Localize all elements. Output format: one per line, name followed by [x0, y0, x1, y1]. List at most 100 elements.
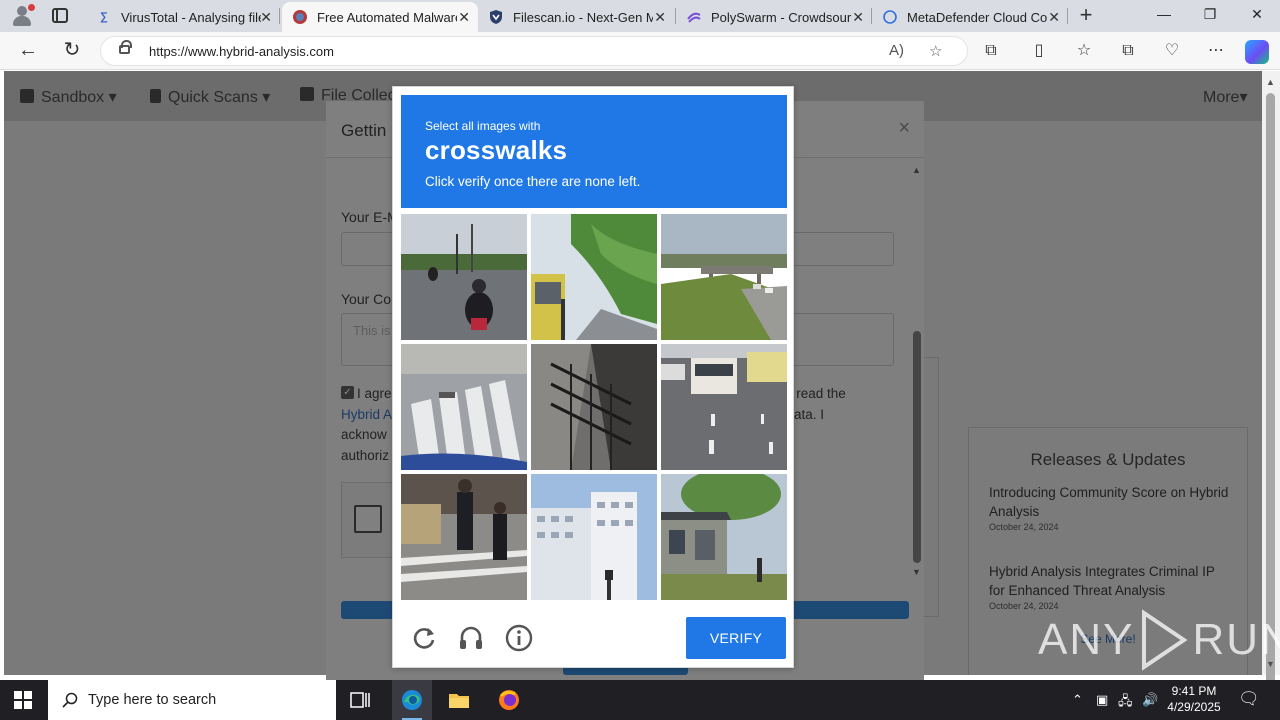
captcha-tile-stairwell-railing[interactable] [531, 344, 657, 470]
close-window-icon[interactable]: ✕ [1247, 6, 1267, 23]
nav-sandbox[interactable]: Sandbox ▾ [20, 87, 117, 107]
clock-date: 4/29/2025 [1167, 700, 1221, 714]
task-view-icon[interactable] [348, 688, 372, 712]
collections-icon[interactable]: ⧉ [1117, 40, 1139, 62]
edge-taskbar-button[interactable] [392, 680, 432, 720]
read-aloud-icon[interactable]: A) [889, 42, 904, 59]
close-button[interactable] [563, 667, 688, 675]
agree-checkbox[interactable]: ✓ [341, 386, 354, 399]
captcha-tile-motorcyclist-road[interactable] [401, 214, 527, 340]
info-icon[interactable] [504, 623, 534, 653]
captcha-tile-house-street-corner[interactable] [661, 474, 787, 600]
agree-text: I agre [357, 386, 392, 401]
captcha-tile-bus-tree-lined-street[interactable] [531, 214, 657, 340]
favorites-icon[interactable]: ☆ [1073, 40, 1095, 62]
nav-more[interactable]: More▾ [1203, 87, 1247, 107]
split-screen-icon[interactable]: ▯ [1028, 40, 1050, 62]
agree-text: ata. I [794, 407, 825, 422]
clock-time: 9:41 PM [1171, 684, 1217, 698]
virustotal-icon: ∑ [100, 11, 108, 23]
captcha-tile-highway-overpass[interactable] [661, 214, 787, 340]
favorite-star-icon[interactable]: ☆ [929, 42, 942, 60]
settings-more-icon[interactable]: ⋯ [1205, 40, 1227, 62]
watermark-right: RUN [1192, 615, 1280, 664]
captcha-image-grid [401, 214, 787, 600]
releases-heading: Releases & Updates [1030, 450, 1186, 469]
edge-icon [402, 690, 422, 710]
tab-separator [675, 8, 676, 24]
browser-essentials-icon[interactable]: ♡ [1161, 40, 1183, 62]
page-scrollbar[interactable]: ▲ ▼ [1262, 71, 1280, 685]
polyswarm-icon [686, 9, 702, 25]
restore-icon[interactable]: ❐ [1200, 6, 1220, 23]
verify-button[interactable]: VERIFY [686, 617, 786, 659]
captcha-prompt: Select all images with crosswalks Click … [401, 95, 787, 208]
captcha-tile-pedestrians-crosswalk[interactable] [401, 474, 527, 600]
tab-actions-icon[interactable] [52, 8, 68, 23]
network-device-icon[interactable]: ▣ [1096, 692, 1108, 708]
captcha-challenge: Select all images with crosswalks Click … [392, 86, 794, 668]
scroll-up-icon[interactable]: ▲ [1266, 77, 1275, 87]
close-tab-icon[interactable]: ✕ [260, 9, 272, 26]
comment-placeholder: This is [353, 323, 391, 338]
captcha-tile-white-building[interactable] [531, 474, 657, 600]
windows-start-icon[interactable] [14, 691, 32, 709]
volume-icon[interactable]: 🔊 [1142, 692, 1158, 708]
prompt-instruction: Select all images with [425, 119, 541, 133]
network-icon[interactable]: 🖧 [1118, 692, 1133, 714]
back-icon[interactable]: ← [16, 38, 40, 62]
profile-icon[interactable] [8, 4, 35, 28]
release-item[interactable]: Introducing Community Score on Hybrid An… [989, 483, 1229, 532]
tab-polyswarm[interactable]: PolySwarm - Crowdsourc ✕ [676, 2, 872, 32]
agree-text: authoriz [341, 448, 390, 463]
captcha-tile-bus-road-lanes[interactable] [661, 344, 787, 470]
close-tab-icon[interactable]: ✕ [458, 9, 470, 26]
release-item[interactable]: Hybrid Analysis Integrates Criminal IP f… [989, 562, 1229, 611]
nav-quick-scans[interactable]: Quick Scans ▾ [150, 87, 270, 107]
tab-separator [1067, 8, 1068, 24]
lock-icon[interactable] [119, 40, 132, 54]
close-tab-icon[interactable]: ✕ [1048, 9, 1060, 26]
tab-virustotal[interactable]: ∑ VirusTotal - Analysing file ✕ [86, 2, 280, 32]
file-explorer-icon[interactable] [447, 688, 471, 712]
minimize-icon[interactable]: — [1154, 6, 1174, 22]
tab-strip: ∑ VirusTotal - Analysing file ✕ Free Aut… [0, 0, 1280, 32]
agree-text: e read the [785, 386, 846, 401]
refresh-challenge-icon[interactable] [409, 623, 439, 653]
new-tab-icon[interactable]: + [1076, 4, 1096, 26]
release-title[interactable]: Hybrid Analysis Integrates Criminal IP f… [989, 562, 1229, 600]
tab-metadefender[interactable]: MetaDefender Cloud Co ✕ [872, 2, 1068, 32]
refresh-icon[interactable]: ↻ [60, 38, 84, 62]
captcha-checkbox[interactable] [354, 505, 382, 533]
taskbar: Type here to search ⌃ ▣ 🖧 🔊 9:41 PM 4/29… [0, 680, 1280, 720]
close-icon[interactable]: × [898, 117, 910, 140]
modal-scrollbar[interactable]: ▲ ▼ [910, 161, 924, 581]
close-tab-icon[interactable]: ✕ [654, 9, 666, 26]
notifications-icon[interactable]: 🗨 [1238, 689, 1260, 709]
close-tab-icon[interactable]: ✕ [852, 9, 864, 26]
cube-icon [20, 89, 34, 103]
filescan-icon [488, 9, 504, 25]
copilot-icon[interactable] [1245, 40, 1269, 64]
scrollbar-thumb[interactable] [1266, 93, 1275, 685]
scrollbar-thumb[interactable] [913, 331, 921, 563]
scroll-up-icon[interactable]: ▲ [912, 165, 921, 175]
taskbar-search[interactable]: Type here to search [48, 680, 336, 720]
metadefender-icon [882, 9, 898, 25]
url-text[interactable]: https://www.hybrid-analysis.com [149, 44, 334, 59]
audio-challenge-icon[interactable] [456, 623, 486, 653]
captcha-tile-crosswalk-closeup[interactable] [401, 344, 527, 470]
tab-filescan[interactable]: Filescan.io - Next-Gen M ✕ [478, 2, 674, 32]
tray-chevron-icon[interactable]: ⌃ [1072, 692, 1083, 708]
prompt-target: crosswalks [425, 135, 568, 165]
release-title[interactable]: Introducing Community Score on Hybrid An… [989, 483, 1229, 521]
url-bar[interactable]: https://www.hybrid-analysis.com A) ☆ [100, 36, 968, 66]
search-icon [62, 692, 78, 708]
terms-link[interactable]: Hybrid A [341, 405, 392, 426]
system-clock[interactable]: 9:41 PM 4/29/2025 [1160, 683, 1228, 715]
firefox-icon[interactable] [497, 688, 521, 712]
tab-hybrid-analysis[interactable]: Free Automated Malware ✕ [282, 2, 478, 32]
extensions-icon[interactable]: ⧉ [980, 40, 1002, 62]
copy-icon [300, 87, 314, 101]
scroll-down-icon[interactable]: ▼ [912, 567, 921, 577]
